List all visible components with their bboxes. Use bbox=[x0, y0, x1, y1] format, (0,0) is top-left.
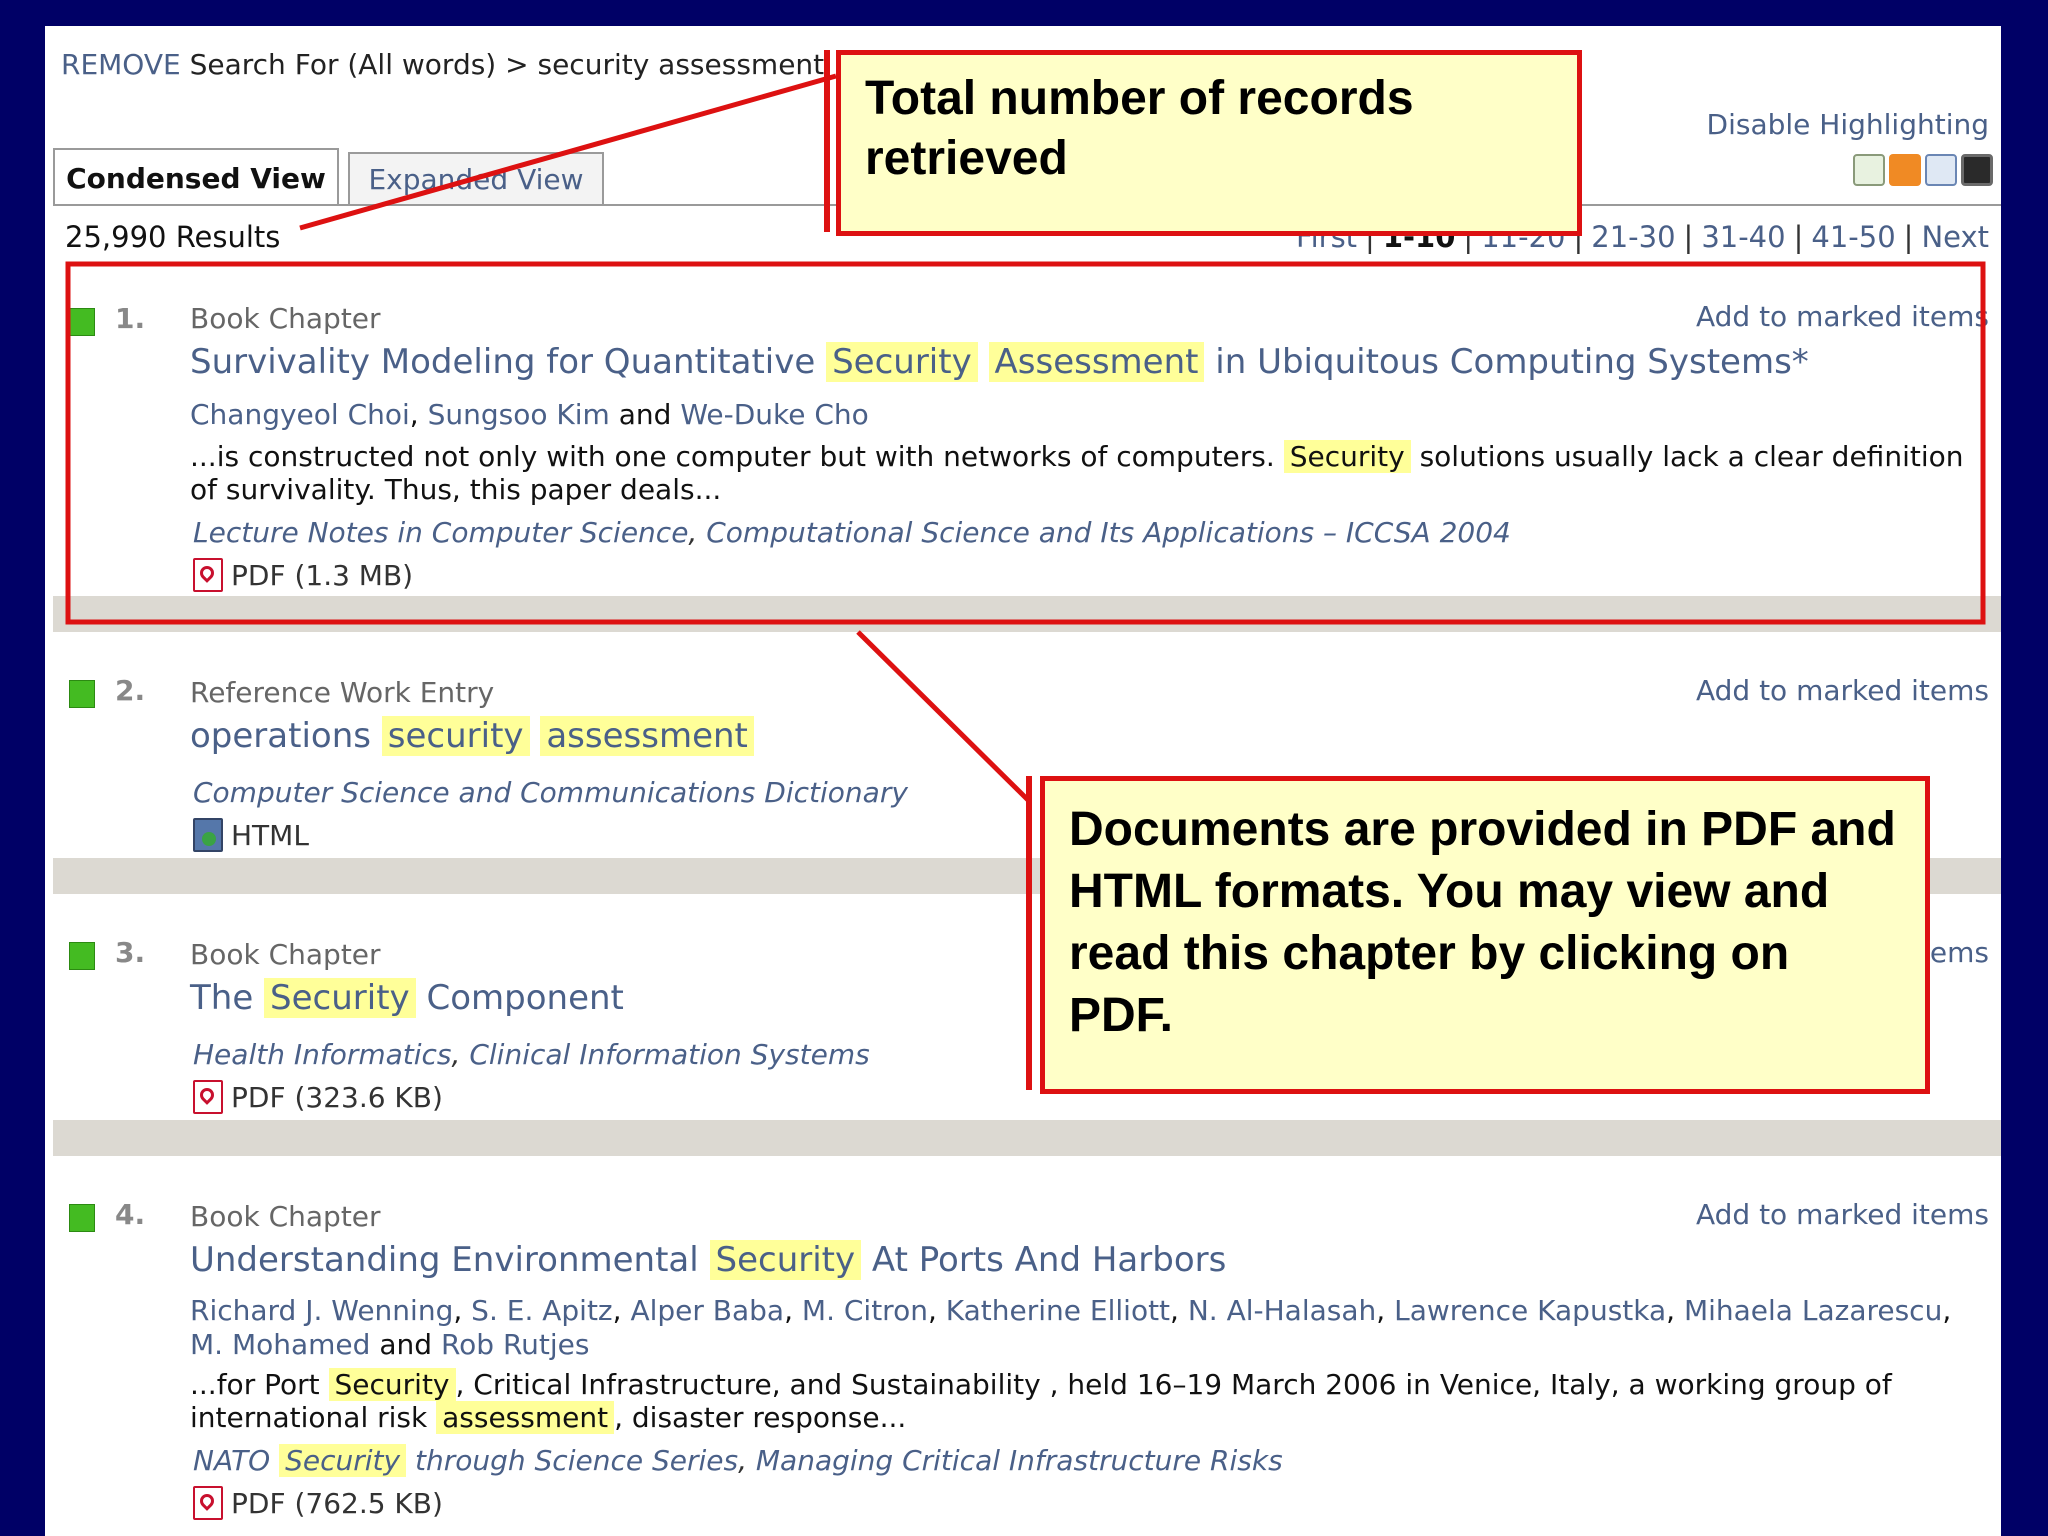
result-divider bbox=[53, 596, 2001, 632]
mark-checkbox[interactable] bbox=[69, 308, 95, 336]
result-title-link[interactable]: The Security Component bbox=[190, 978, 624, 1018]
pager-page-5[interactable]: 41-50 bbox=[1811, 220, 1895, 254]
result-source: Lecture Notes in Computer Science, Compu… bbox=[193, 516, 1511, 549]
author-link[interactable]: S. E. Apitz bbox=[471, 1294, 612, 1327]
remove-link[interactable]: REMOVE bbox=[61, 48, 181, 81]
documents-callout-bar bbox=[1026, 776, 1032, 1090]
author-link[interactable]: M. Mohamed bbox=[190, 1328, 370, 1361]
result-type: Book Chapter bbox=[190, 1200, 381, 1233]
result-type: Reference Work Entry bbox=[190, 676, 495, 709]
author-link[interactable]: M. Citron bbox=[802, 1294, 928, 1327]
mark-checkbox[interactable] bbox=[69, 680, 95, 708]
new-alert-icon[interactable] bbox=[1853, 154, 1885, 186]
mark-checkbox[interactable] bbox=[69, 1204, 95, 1232]
book-link[interactable]: Computational Science and Its Applicatio… bbox=[706, 516, 1511, 549]
pdf-link[interactable]: PDF (762.5 KB) bbox=[193, 1486, 443, 1520]
author-link[interactable]: Mihaela Lazarescu bbox=[1684, 1294, 1942, 1327]
result-authors: Changyeol Choi, Sungsoo Kim and We-Duke … bbox=[190, 398, 869, 431]
result-snippet: ...for Port Security, Critical Infrastru… bbox=[190, 1368, 1892, 1434]
author-link[interactable]: Rob Rutjes bbox=[441, 1328, 590, 1361]
search-criteria: Search For (All words) > security assess… bbox=[189, 48, 825, 81]
pdf-icon bbox=[193, 558, 223, 592]
results-count: 25,990 Results bbox=[65, 220, 281, 254]
result-number: 1. bbox=[115, 302, 146, 335]
series-link[interactable]: Lecture Notes in Computer Science bbox=[193, 516, 688, 549]
add-to-marked-items-link[interactable]: Add to marked items bbox=[1696, 300, 1989, 333]
pdf-link[interactable]: PDF (323.6 KB) bbox=[193, 1080, 443, 1114]
result-source: NATO Security through Science Series, Ma… bbox=[193, 1444, 1283, 1477]
book-link[interactable]: Computer Science and Communications Dict… bbox=[193, 776, 908, 809]
result-title-link[interactable]: operations security assessment bbox=[190, 716, 754, 756]
result-divider bbox=[53, 1120, 2001, 1156]
author-link[interactable]: Lawrence Kapustka bbox=[1394, 1294, 1666, 1327]
tab-expanded-view[interactable]: Expanded View bbox=[348, 152, 604, 204]
add-to-marked-items-link[interactable]: ems bbox=[1930, 936, 1989, 969]
series-link[interactable]: Health Informatics bbox=[193, 1038, 452, 1071]
result-item: 4. Book Chapter Add to marked items Unde… bbox=[45, 1192, 2001, 1520]
records-callout: Total number of records retrieved bbox=[836, 50, 1582, 236]
breadcrumb: REMOVE Search For (All words) > security… bbox=[61, 48, 824, 81]
author-link[interactable]: Sungsoo Kim bbox=[428, 398, 610, 431]
pager-next[interactable]: Next bbox=[1921, 220, 1989, 254]
result-source: Health Informatics, Clinical Information… bbox=[193, 1038, 870, 1071]
add-to-marked-items-link[interactable]: Add to marked items bbox=[1696, 674, 1989, 707]
result-number: 3. bbox=[115, 936, 146, 969]
author-link[interactable]: Richard J. Wenning bbox=[190, 1294, 453, 1327]
pager-page-3[interactable]: 21-30 bbox=[1591, 220, 1675, 254]
author-link[interactable]: Katherine Elliott bbox=[946, 1294, 1170, 1327]
result-item: 1. Book Chapter Add to marked items Surv… bbox=[45, 296, 2001, 616]
toolbar-icons bbox=[1853, 154, 1993, 186]
result-type: Book Chapter bbox=[190, 302, 381, 335]
result-snippet: ...is constructed not only with one comp… bbox=[190, 440, 1964, 506]
result-number: 2. bbox=[115, 674, 146, 707]
mark-checkbox[interactable] bbox=[69, 942, 95, 970]
book-link[interactable]: Managing Critical Infrastructure Risks bbox=[756, 1444, 1283, 1477]
result-title-link[interactable]: Understanding Environmental Security At … bbox=[190, 1240, 1226, 1280]
author-link[interactable]: Alper Baba bbox=[630, 1294, 784, 1327]
records-callout-bar bbox=[824, 50, 830, 232]
result-number: 4. bbox=[115, 1198, 146, 1231]
rss-icon[interactable] bbox=[1889, 154, 1921, 186]
pdf-link[interactable]: PDF (1.3 MB) bbox=[193, 558, 413, 592]
author-link[interactable]: Changyeol Choi bbox=[190, 398, 410, 431]
tab-condensed-view[interactable]: Condensed View bbox=[53, 148, 339, 206]
result-source: Computer Science and Communications Dict… bbox=[193, 776, 908, 809]
book-link[interactable]: Clinical Information Systems bbox=[469, 1038, 869, 1071]
documents-callout: Documents are provided in PDF and HTML f… bbox=[1040, 776, 1930, 1094]
html-link[interactable]: HTML bbox=[193, 818, 309, 852]
result-type: Book Chapter bbox=[190, 938, 381, 971]
series-link[interactable]: NATO Security through Science Series bbox=[193, 1444, 738, 1477]
disable-highlighting-link[interactable]: Disable Highlighting bbox=[1707, 108, 1989, 141]
email-icon[interactable] bbox=[1925, 154, 1957, 186]
author-link[interactable]: We-Duke Cho bbox=[680, 398, 868, 431]
pager-page-4[interactable]: 31-40 bbox=[1701, 220, 1785, 254]
html-icon bbox=[193, 818, 223, 852]
result-authors: Richard J. Wenning, S. E. Apitz, Alper B… bbox=[190, 1294, 1952, 1361]
add-to-marked-items-link[interactable]: Add to marked items bbox=[1696, 1198, 1989, 1231]
author-link[interactable]: N. Al-Halasah bbox=[1188, 1294, 1376, 1327]
result-title-link[interactable]: Survivality Modeling for Quantitative Se… bbox=[190, 342, 1809, 382]
save-icon[interactable] bbox=[1961, 154, 1993, 186]
pdf-icon bbox=[193, 1080, 223, 1114]
pdf-icon bbox=[193, 1486, 223, 1520]
